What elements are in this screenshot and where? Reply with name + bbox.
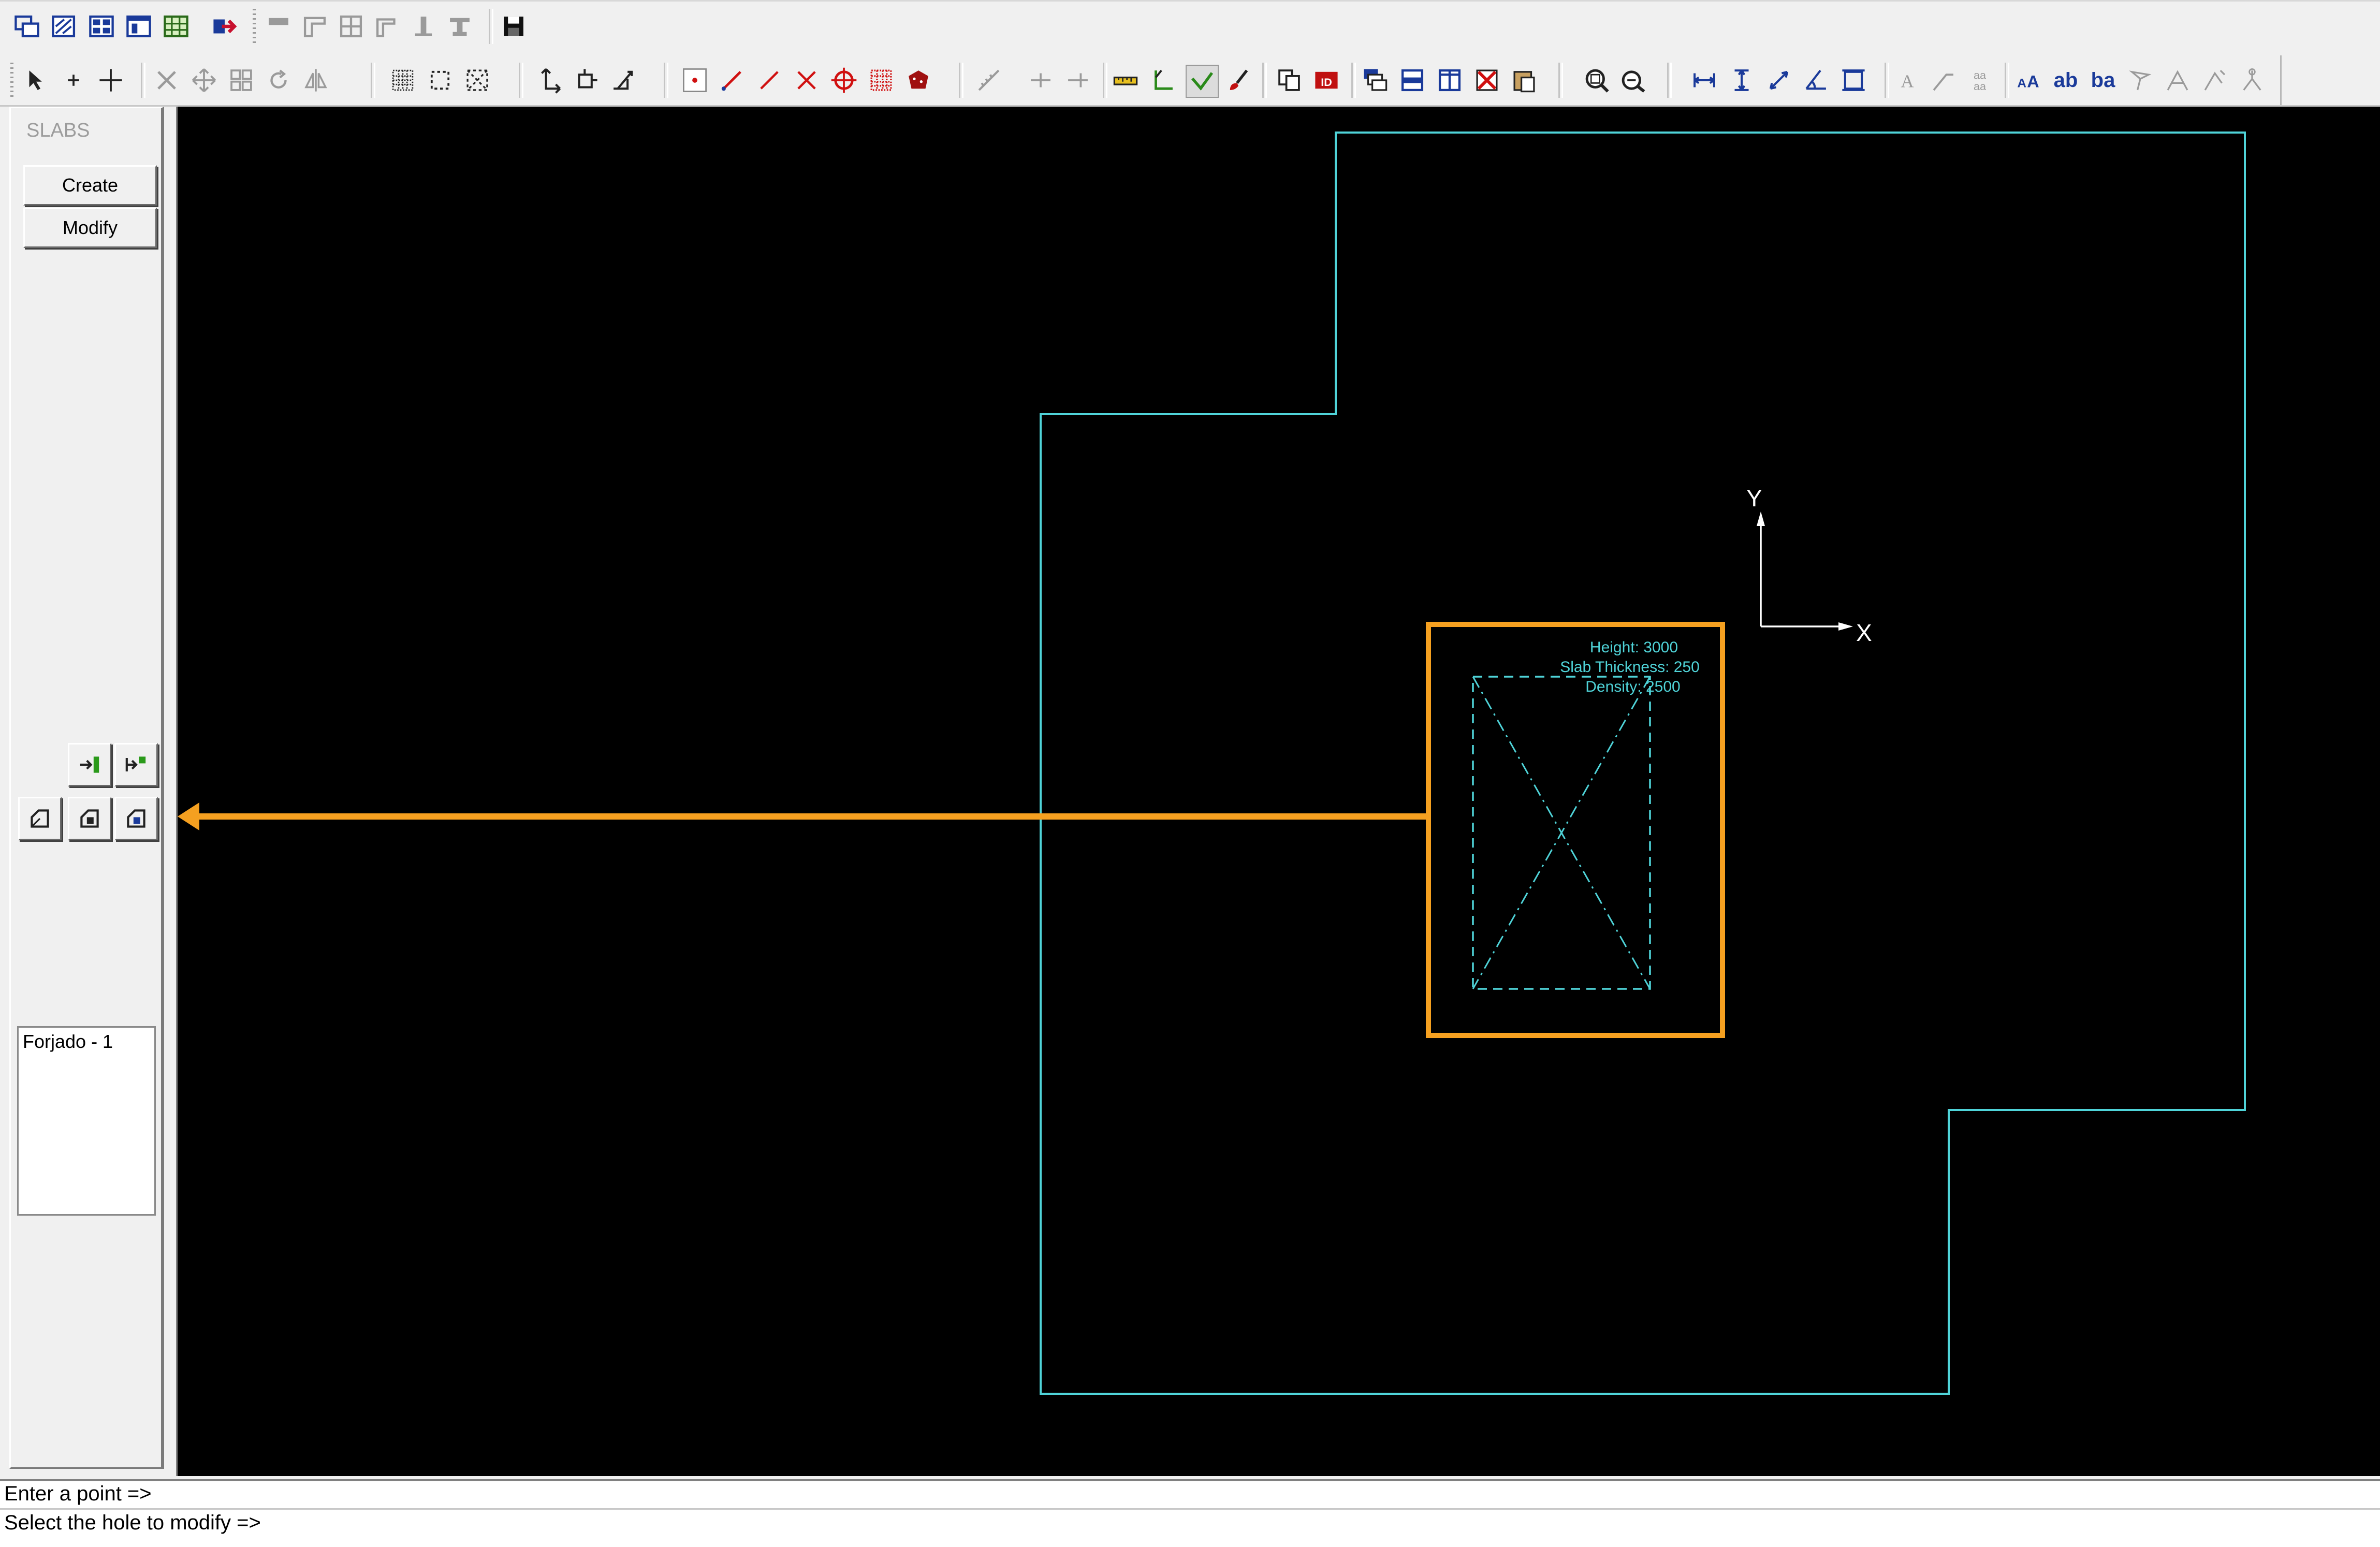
- drawing-canvas[interactable]: Height: 3000 Slab Thickness: 250 Density…: [176, 107, 2380, 1476]
- axis-x-arrow: [1838, 622, 1853, 631]
- panel-title: SLABS: [26, 120, 90, 141]
- dot-grid-icon[interactable]: [866, 65, 897, 96]
- window-select-icon[interactable]: [425, 65, 456, 96]
- text-style-icon[interactable]: aa aa: [1964, 65, 1995, 96]
- axis-x-label: X: [1856, 619, 1872, 646]
- rows-icon[interactable]: [1397, 65, 1428, 96]
- highlight-arrow-head: [178, 802, 199, 830]
- beam-icon[interactable]: [444, 11, 475, 42]
- dense-grid-icon[interactable]: [387, 65, 418, 96]
- svg-text:A: A: [2017, 77, 2026, 91]
- table-icon[interactable]: [160, 11, 192, 42]
- fill-icon[interactable]: [903, 65, 934, 96]
- leader-icon[interactable]: [1928, 65, 1959, 96]
- dim-aligned-icon[interactable]: [1763, 65, 1794, 96]
- move-point-icon[interactable]: [533, 65, 564, 96]
- x-icon[interactable]: [791, 65, 822, 96]
- split-icon[interactable]: [1025, 65, 1056, 96]
- paste-icon[interactable]: [1509, 65, 1540, 96]
- ruler-icon[interactable]: [973, 65, 1004, 96]
- angle-arrow-icon[interactable]: [2162, 65, 2193, 96]
- column-icon[interactable]: [408, 11, 439, 42]
- list-item[interactable]: Forjado - 1: [23, 1031, 113, 1053]
- stretch-icon[interactable]: [571, 65, 602, 96]
- dim-vertical-icon[interactable]: [1726, 65, 1757, 96]
- command-area: Enter a point => Select the hole to modi…: [0, 1479, 2380, 1547]
- text-ab-icon[interactable]: ab: [2050, 65, 2081, 96]
- line-icon[interactable]: [717, 65, 748, 96]
- command-line-2: Select the hole to modify =>: [4, 1511, 261, 1534]
- hole-modify-icon[interactable]: [68, 797, 111, 840]
- duplicate-icon[interactable]: [1274, 65, 1305, 96]
- svg-text:A: A: [2027, 72, 2039, 91]
- small-cross-icon[interactable]: [58, 65, 89, 96]
- delete-layer-icon[interactable]: [1471, 65, 1502, 96]
- grid-icon[interactable]: [335, 11, 367, 42]
- node-icon[interactable]: [2237, 65, 2268, 96]
- cross-select-icon[interactable]: [462, 65, 493, 96]
- check-icon[interactable]: [1186, 65, 1219, 98]
- copy-array-icon[interactable]: [226, 65, 257, 96]
- dim-frame-icon[interactable]: [1838, 65, 1869, 96]
- large-cross-icon[interactable]: [95, 65, 126, 96]
- hole-thickness-label: Slab Thickness: 250: [1560, 659, 1700, 676]
- delete-icon[interactable]: [151, 65, 182, 96]
- hatch-window-icon[interactable]: [49, 11, 80, 42]
- slabs-panel: SLABS Create Modify Forjado - 1: [9, 107, 164, 1469]
- layers-icon[interactable]: [1360, 65, 1391, 96]
- columns-icon[interactable]: [1434, 65, 1465, 96]
- command-line-1: Enter a point =>: [4, 1482, 152, 1505]
- arrow-icon[interactable]: [2125, 65, 2156, 96]
- dim-horizontal-icon[interactable]: [1689, 65, 1720, 96]
- hole-density-label: Density: 2500: [1585, 678, 1680, 695]
- main-toolbar: ID A aa aa AA ab ba: [0, 55, 2380, 107]
- text-icon[interactable]: A: [1892, 65, 1923, 96]
- select-arrow-icon[interactable]: [21, 65, 52, 96]
- join-icon[interactable]: [1062, 65, 1093, 96]
- id-icon[interactable]: ID: [1311, 65, 1342, 96]
- measure-icon[interactable]: [1110, 65, 1141, 96]
- zoom-window-icon[interactable]: [1581, 65, 1612, 96]
- hole-outline-icon[interactable]: [18, 797, 62, 840]
- tile-windows-icon[interactable]: [86, 11, 117, 42]
- corner-icon[interactable]: [299, 11, 330, 42]
- mirror-icon[interactable]: [300, 65, 331, 96]
- angle-icon[interactable]: [1147, 65, 1178, 96]
- hole-diagonals: [1472, 676, 1651, 989]
- zoom-all-icon[interactable]: [1617, 65, 1648, 96]
- create-button[interactable]: Create: [23, 165, 157, 206]
- font-size-icon[interactable]: AA: [2013, 65, 2044, 96]
- segment-icon[interactable]: [754, 65, 785, 96]
- move-vertex-icon[interactable]: [114, 743, 158, 786]
- scale-icon[interactable]: [608, 65, 639, 96]
- top-toolbar: [0, 0, 2380, 57]
- slab-list[interactable]: Forjado - 1: [17, 1026, 156, 1216]
- svg-text:A: A: [1901, 71, 1914, 92]
- move-icon[interactable]: [188, 65, 220, 96]
- rotate-icon[interactable]: [263, 65, 294, 96]
- snap-icon[interactable]: [2199, 65, 2230, 96]
- layout-window-icon[interactable]: [123, 11, 154, 42]
- insert-point-icon[interactable]: [68, 743, 111, 786]
- svg-text:aa: aa: [1974, 80, 1987, 93]
- svg-text:ID: ID: [1321, 76, 1332, 89]
- slab-outline: [1040, 132, 2246, 1395]
- new-window-icon[interactable]: [11, 11, 42, 42]
- axis-y-arrow: [1757, 512, 1765, 526]
- save-icon[interactable]: [498, 11, 529, 42]
- circle-target-icon[interactable]: [828, 65, 859, 96]
- wall-icon[interactable]: [263, 11, 294, 42]
- point-icon[interactable]: [679, 65, 710, 96]
- dim-angle-icon[interactable]: [1801, 65, 1832, 96]
- hole-height-label: Height: 3000: [1590, 639, 1678, 656]
- text-ba-icon[interactable]: ba: [2087, 65, 2119, 96]
- axis-y-label: Y: [1746, 485, 1762, 512]
- axis-lines: [1760, 516, 1849, 627]
- stair-icon[interactable]: [372, 11, 403, 42]
- export-icon[interactable]: [209, 11, 240, 42]
- modify-button[interactable]: Modify: [23, 208, 157, 248]
- brush-icon[interactable]: [1223, 65, 1254, 96]
- hole-select-icon[interactable]: [114, 797, 158, 840]
